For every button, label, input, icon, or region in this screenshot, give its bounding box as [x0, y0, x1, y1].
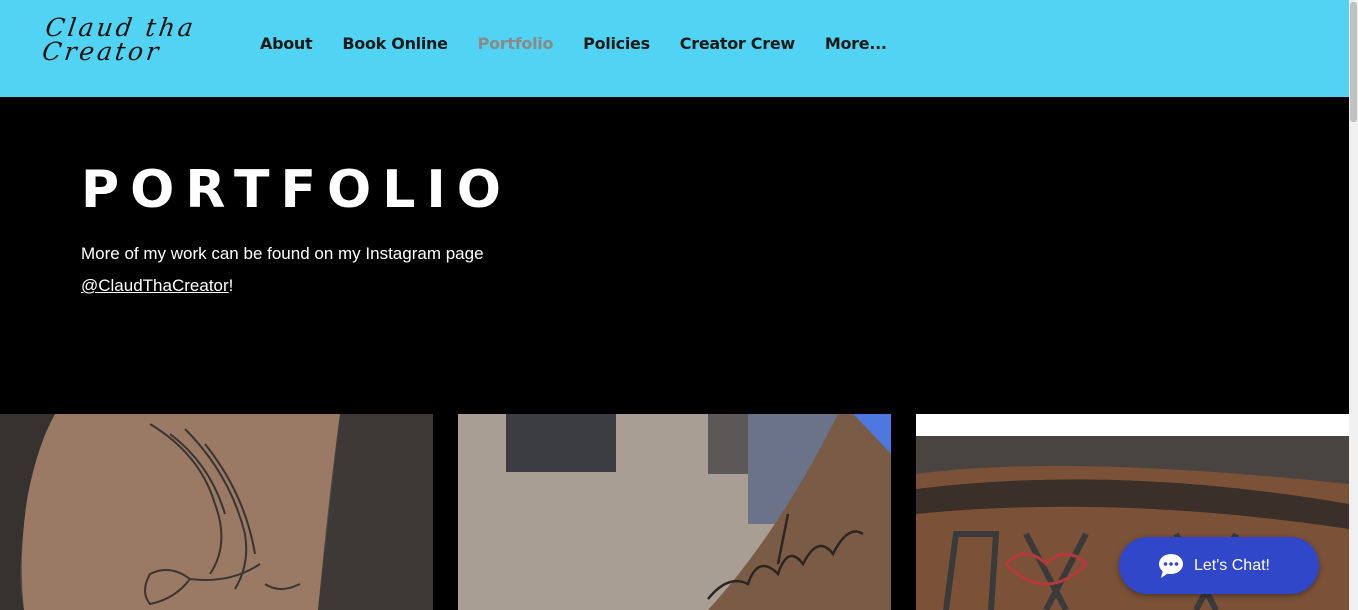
site-logo[interactable]: Claud tha Creator [40, 13, 208, 66]
site-header: Claud tha Creator About Book Online Port… [0, 0, 1349, 97]
page-title: PORTFOLIO [81, 160, 512, 220]
nav-book-online[interactable]: Book Online [342, 34, 448, 53]
nav-policies[interactable]: Policies [583, 34, 650, 53]
hero-description-text: More of my work can be found on my Insta… [81, 244, 484, 263]
nav-about[interactable]: About [260, 34, 313, 53]
gallery-item-script-tattoo[interactable] [458, 414, 891, 610]
script-tattoo-photo [458, 414, 891, 610]
dove-tattoo-photo [0, 414, 433, 610]
gallery-item-dove-tattoo[interactable] [0, 414, 433, 610]
lets-chat-button[interactable]: Let's Chat! [1119, 537, 1319, 594]
page-scrollbar[interactable] [1349, 0, 1358, 610]
instagram-link[interactable]: @ClaudThaCreator [81, 276, 229, 295]
nav-portfolio[interactable]: Portfolio [478, 34, 554, 53]
hero-suffix: ! [228, 276, 234, 295]
nav-more[interactable]: More... [825, 34, 887, 53]
scrollbar-thumb[interactable] [1350, 2, 1357, 122]
nav-creator-crew[interactable]: Creator Crew [680, 34, 795, 53]
main-nav: About Book Online Portfolio Policies Cre… [260, 34, 887, 53]
logo-line-2: Creator [40, 37, 164, 66]
chat-label: Let's Chat! [1194, 556, 1270, 574]
hero-description: More of my work can be found on my Insta… [81, 238, 601, 302]
chat-bubble-icon [1157, 553, 1185, 579]
